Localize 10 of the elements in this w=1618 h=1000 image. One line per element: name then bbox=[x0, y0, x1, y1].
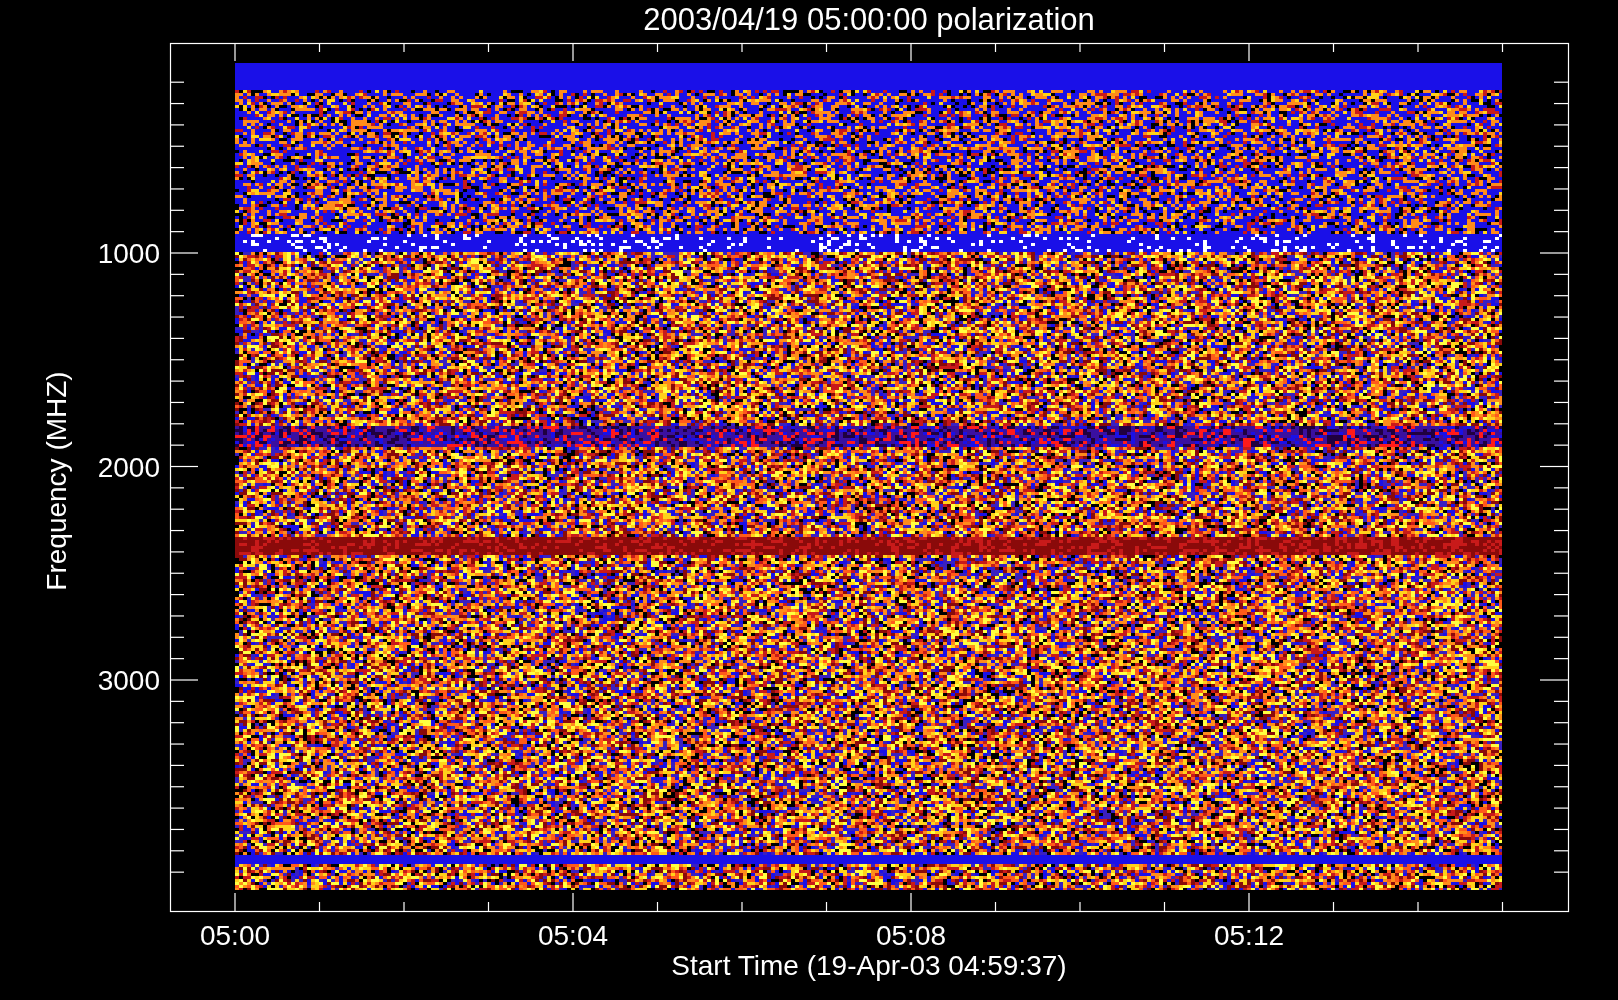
x-tick-label: 05:04 bbox=[537, 920, 609, 951]
y-tick-label: 3000 bbox=[97, 665, 160, 696]
y-tick-label: 2000 bbox=[97, 451, 160, 483]
x-tick-label: 05:12 bbox=[1213, 920, 1285, 951]
y-axis-label: Frequency (MHZ) bbox=[41, 371, 72, 591]
chart-title: 2003/04/19 05:00:00 polarization bbox=[643, 2, 1095, 37]
x-tick-label: 05:08 bbox=[875, 920, 947, 951]
x-axis-label: Start Time (19-Apr-03 04:59:37) bbox=[671, 950, 1067, 981]
x-tick-label: 05:00 bbox=[199, 920, 271, 951]
y-tick-label: 1000 bbox=[97, 238, 160, 269]
